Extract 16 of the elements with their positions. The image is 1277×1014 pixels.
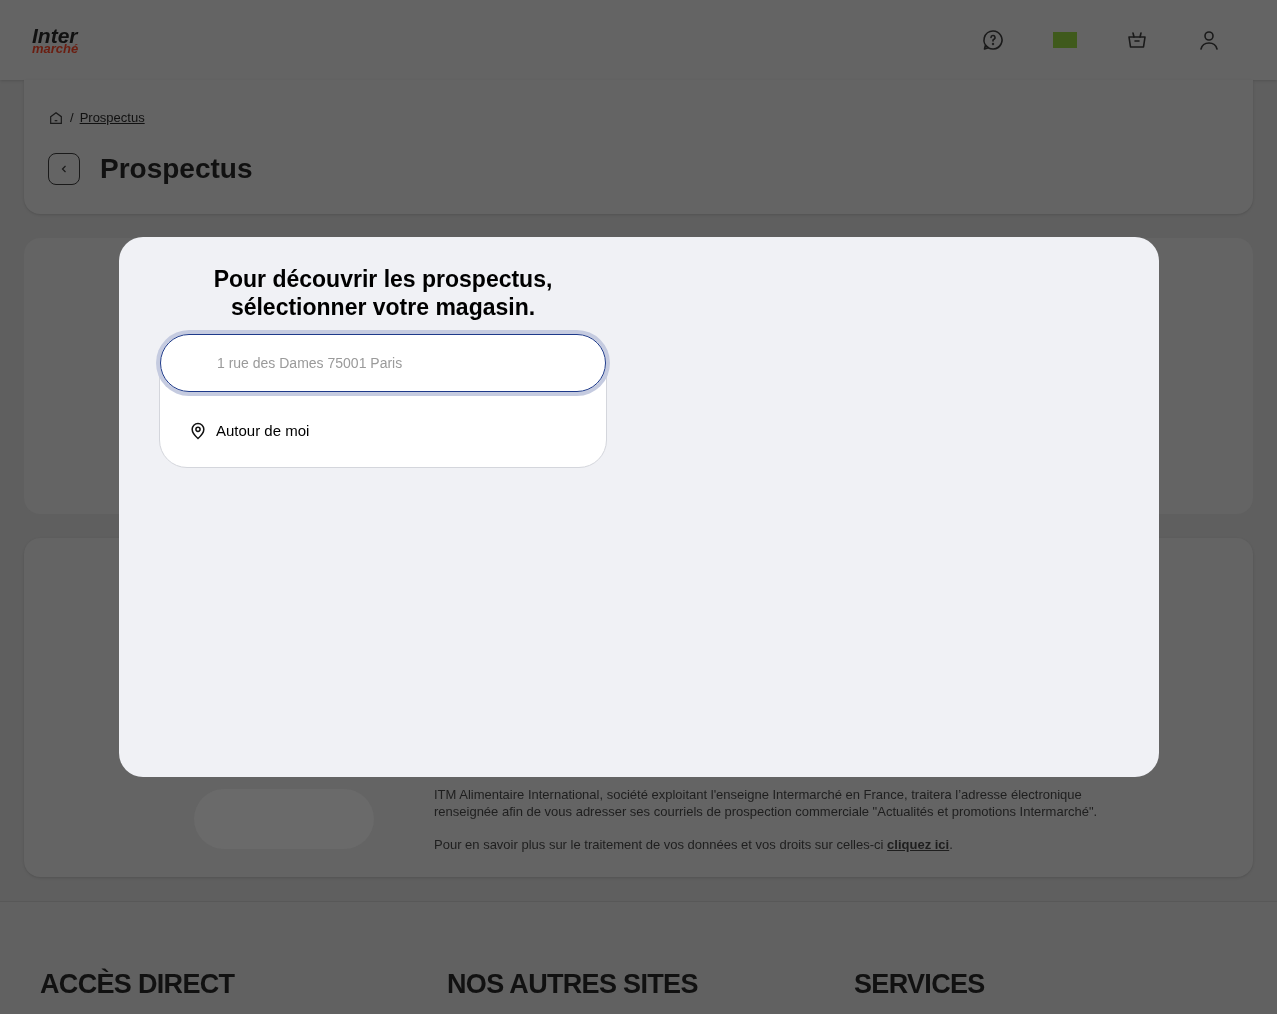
location-pin-icon xyxy=(188,421,208,442)
nearby-option[interactable]: Autour de moi xyxy=(160,392,338,467)
modal-title: Pour découvrir les prospectus, sélectionner votre magasin. xyxy=(212,265,554,321)
breadcrumb-link[interactable]: Prospectus xyxy=(79,108,145,128)
privacy-text: Pour en savoir plus sur le traitement de vos données et vos droits sur celles-ci cliquez ici. xyxy=(434,835,954,853)
home-icon[interactable] xyxy=(48,109,64,126)
footer-heading: SERVICES xyxy=(854,967,986,1001)
back-button[interactable] xyxy=(48,152,80,185)
footer-heading: NOS AUTRES SITES xyxy=(447,967,699,1001)
help-icon[interactable] xyxy=(981,28,1005,52)
logo[interactable]: Inter marché xyxy=(32,25,79,55)
consent-paragraph: ITM Alimentaire International, société exploitant l'enseigne Intermarché en France, traitera l’adresse électronique renseignée afin de vous adresser ses courriels de prospection commerciale "Actualités et promotions Intermarché". xyxy=(434,785,1099,820)
breadcrumb-separator: / xyxy=(70,109,74,127)
page-title: Prospectus xyxy=(100,151,253,186)
user-icon[interactable] xyxy=(1197,28,1221,52)
footer-heading: ACCÈS DIRECT xyxy=(40,967,236,1001)
